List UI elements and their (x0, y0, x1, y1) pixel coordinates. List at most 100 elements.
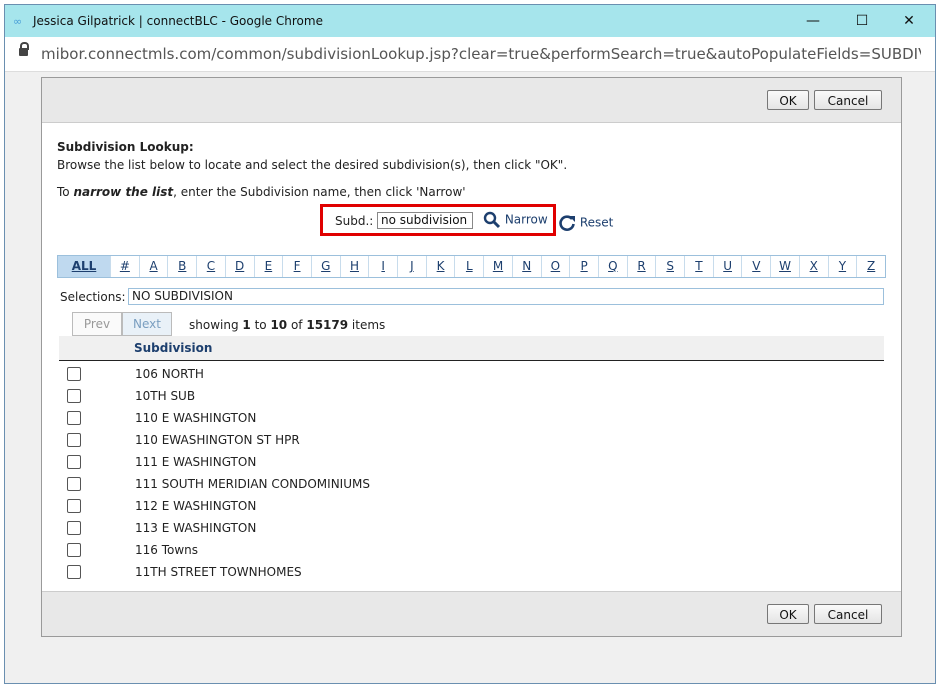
reset-button[interactable]: Reset (558, 214, 613, 232)
alphabet-link[interactable]: B (168, 256, 198, 277)
subdivision-lookup-dialog: OK Cancel Subdivision Lookup: Browse the… (41, 77, 902, 637)
search-icon (483, 211, 501, 229)
narrow-intro-prefix: To (57, 185, 74, 199)
refresh-icon (559, 215, 575, 231)
narrow-intro-emphasis: narrow the list (73, 185, 174, 199)
maximize-button[interactable]: ☐ (842, 9, 882, 33)
table-row: 112 E WASHINGTON (59, 496, 884, 518)
subdivision-name: 111 SOUTH MERIDIAN CONDOMINIUMS (135, 477, 370, 491)
next-button[interactable]: Next (122, 312, 172, 336)
alphabet-link[interactable]: R (628, 256, 657, 277)
subdivision-name: 116 Towns (135, 543, 199, 557)
narrow-button[interactable]: Narrow (483, 211, 548, 231)
selections-field[interactable]: NO SUBDIVISION (128, 288, 884, 305)
table-header: Subdivision (59, 336, 884, 361)
table-row: 110 EWASHINGTON ST HPR (59, 430, 884, 452)
url-text[interactable]: mibor.connectmls.com/common/subdivisionL… (41, 45, 921, 63)
row-checkbox[interactable] (67, 389, 81, 403)
subdivision-name: 110 EWASHINGTON ST HPR (135, 433, 300, 447)
alphabet-link[interactable]: E (255, 256, 284, 277)
title-bar[interactable]: ∞ Jessica Gilpatrick | connectBLC - Goog… (5, 5, 935, 37)
ok-button-top[interactable]: OK (767, 90, 809, 110)
subdivision-name: 113 E WASHINGTON (135, 521, 257, 535)
browser-window: ∞ Jessica Gilpatrick | connectBLC - Goog… (4, 4, 936, 684)
alphabet-link[interactable]: X (800, 256, 829, 277)
alphabet-link[interactable]: A (140, 256, 169, 277)
close-button[interactable]: ✕ (889, 9, 929, 33)
minimize-button[interactable]: — (793, 9, 833, 33)
narrow-search-highlight: Subd.: no subdivision Narrow (320, 204, 556, 236)
dialog-top-bar: OK Cancel (42, 78, 901, 123)
showing-total: 15179 (306, 318, 349, 332)
infinity-icon: ∞ (13, 15, 22, 28)
row-checkbox[interactable] (67, 521, 81, 535)
selections-label: Selections: (60, 290, 126, 304)
alphabet-link[interactable]: G (312, 256, 341, 277)
subdivision-name: 110 E WASHINGTON (135, 411, 257, 425)
narrow-intro-suffix: , enter the Subdivision name, then click… (173, 185, 466, 199)
alphabet-link[interactable]: Y (829, 256, 858, 277)
subdivision-name: 11TH STREET TOWNHOMES (135, 565, 302, 579)
cancel-button-top[interactable]: Cancel (814, 90, 882, 110)
alphabet-link[interactable]: P (570, 256, 599, 277)
alphabet-link[interactable]: W (771, 256, 800, 277)
subdivision-name: 111 E WASHINGTON (135, 455, 257, 469)
row-checkbox[interactable] (67, 499, 81, 513)
alphabet-link[interactable]: L (455, 256, 485, 277)
window-title: Jessica Gilpatrick | connectBLC - Google… (33, 14, 323, 28)
table-row: 113 E WASHINGTON (59, 518, 884, 540)
subdivision-search-input[interactable]: no subdivision (377, 212, 473, 229)
alphabet-link[interactable]: J (398, 256, 427, 277)
alphabet-link[interactable]: # (111, 256, 140, 277)
table-row: 111 SOUTH MERIDIAN CONDOMINIUMS (59, 474, 884, 496)
alphabet-link[interactable]: M (484, 256, 513, 277)
showing-to-word: to (250, 318, 271, 332)
row-checkbox[interactable] (67, 543, 81, 557)
alphabet-link[interactable]: V (742, 256, 772, 277)
dialog-bottom-bar: OK Cancel (42, 591, 901, 636)
row-checkbox[interactable] (67, 477, 81, 491)
table-row: 111 E WASHINGTON (59, 452, 884, 474)
reset-label: Reset (579, 215, 614, 230)
alphabet-link[interactable]: F (283, 256, 312, 277)
prev-button[interactable]: Prev (72, 312, 122, 336)
alphabet-link[interactable]: H (341, 256, 370, 277)
subd-label: Subd.: (335, 214, 374, 228)
table-row: 106 NORTH (59, 364, 884, 386)
instructions-text: Browse the list below to locate and sele… (57, 158, 568, 172)
alphabet-link[interactable]: I (369, 256, 399, 277)
lock-icon (19, 42, 29, 56)
narrow-instructions: To narrow the list, enter the Subdivisio… (57, 185, 466, 199)
table-row: 11TH STREET TOWNHOMES (59, 562, 884, 584)
narrow-label: Narrow (504, 212, 548, 227)
alphabet-link[interactable]: S (656, 256, 686, 277)
alphabet-link[interactable]: U (714, 256, 743, 277)
alphabet-link[interactable]: O (542, 256, 571, 277)
subdivision-name: 10TH SUB (135, 389, 196, 403)
row-checkbox[interactable] (67, 455, 81, 469)
dialog-heading: Subdivision Lookup: (57, 140, 194, 154)
subdivision-name: 112 E WASHINGTON (135, 499, 257, 513)
alphabet-link[interactable]: N (513, 256, 542, 277)
ok-button-bottom[interactable]: OK (767, 604, 809, 624)
alphabet-link[interactable]: T (685, 256, 714, 277)
row-checkbox[interactable] (67, 367, 81, 381)
row-checkbox[interactable] (67, 433, 81, 447)
alphabet-link[interactable]: Q (599, 256, 628, 277)
showing-of-word: of (287, 318, 307, 332)
column-header-subdivision[interactable]: Subdivision (134, 341, 212, 355)
showing-to: 10 (270, 318, 288, 332)
row-checkbox[interactable] (67, 565, 81, 579)
alphabet-link[interactable]: C (197, 256, 226, 277)
address-bar[interactable]: mibor.connectmls.com/common/subdivisionL… (5, 37, 935, 72)
alphabet-link[interactable]: ALL (58, 256, 111, 277)
alphabet-link[interactable]: Z (857, 256, 885, 277)
showing-suffix: items (348, 318, 386, 332)
showing-from: 1 (242, 318, 251, 332)
cancel-button-bottom[interactable]: Cancel (814, 604, 882, 624)
alphabet-link[interactable]: K (427, 256, 456, 277)
alphabet-link[interactable]: D (226, 256, 255, 277)
alphabet-filter-bar: ALL # A B C D E F G H I J K L M N O P Q R S T U V W X Y Z (57, 255, 886, 278)
row-checkbox[interactable] (67, 411, 81, 425)
table-row: 116 Towns (59, 540, 884, 562)
